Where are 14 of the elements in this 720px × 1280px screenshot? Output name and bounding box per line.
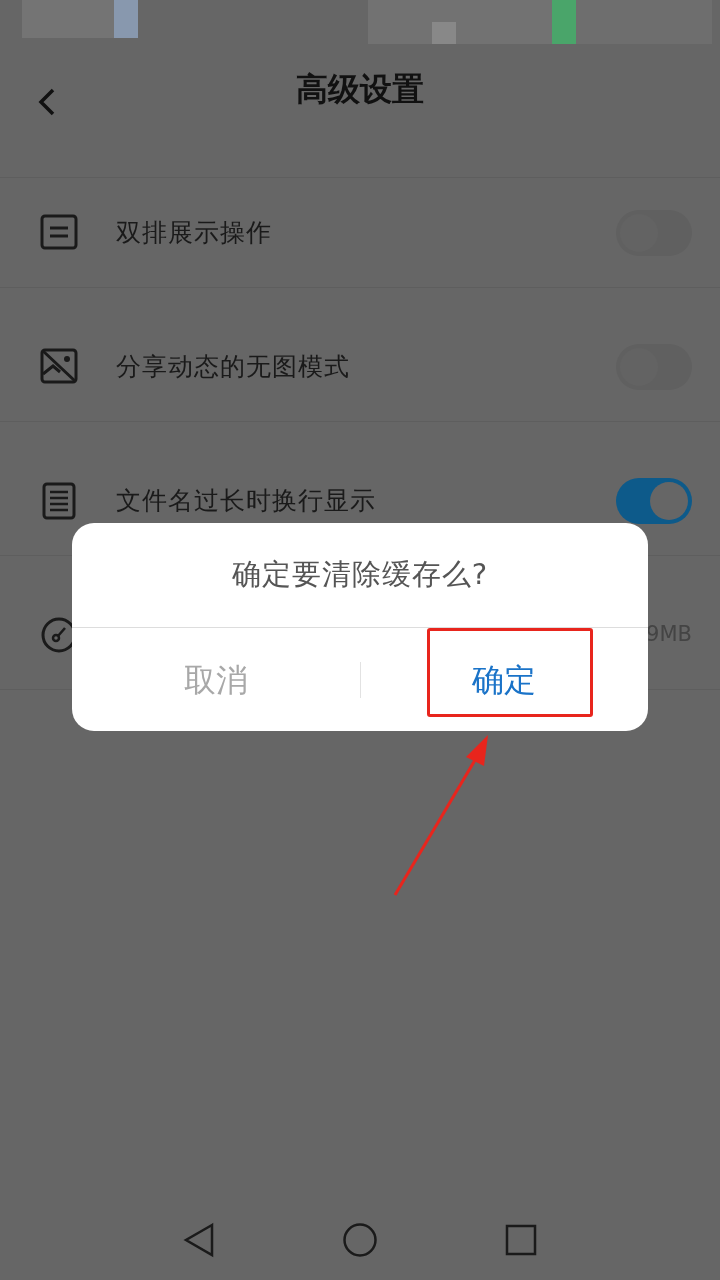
back-icon[interactable] (38, 88, 56, 116)
list-icon (40, 213, 78, 252)
dialog-message: 确定要清除缓存么? (231, 556, 489, 594)
home-nav-icon[interactable] (342, 1222, 378, 1258)
page-title: 高级设置 (296, 68, 424, 110)
setting-label: 文件名过长时换行显示 (116, 484, 376, 517)
recents-nav-icon[interactable] (504, 1224, 537, 1256)
setting-label: 双排展示操作 (116, 216, 272, 249)
document-icon (40, 481, 78, 520)
no-image-icon (40, 347, 78, 386)
setting-label: 分享动态的无图模式 (116, 350, 350, 383)
confirm-button[interactable]: 确定 (360, 628, 648, 731)
back-nav-icon[interactable] (183, 1222, 216, 1258)
toggle-switch[interactable] (616, 477, 692, 524)
